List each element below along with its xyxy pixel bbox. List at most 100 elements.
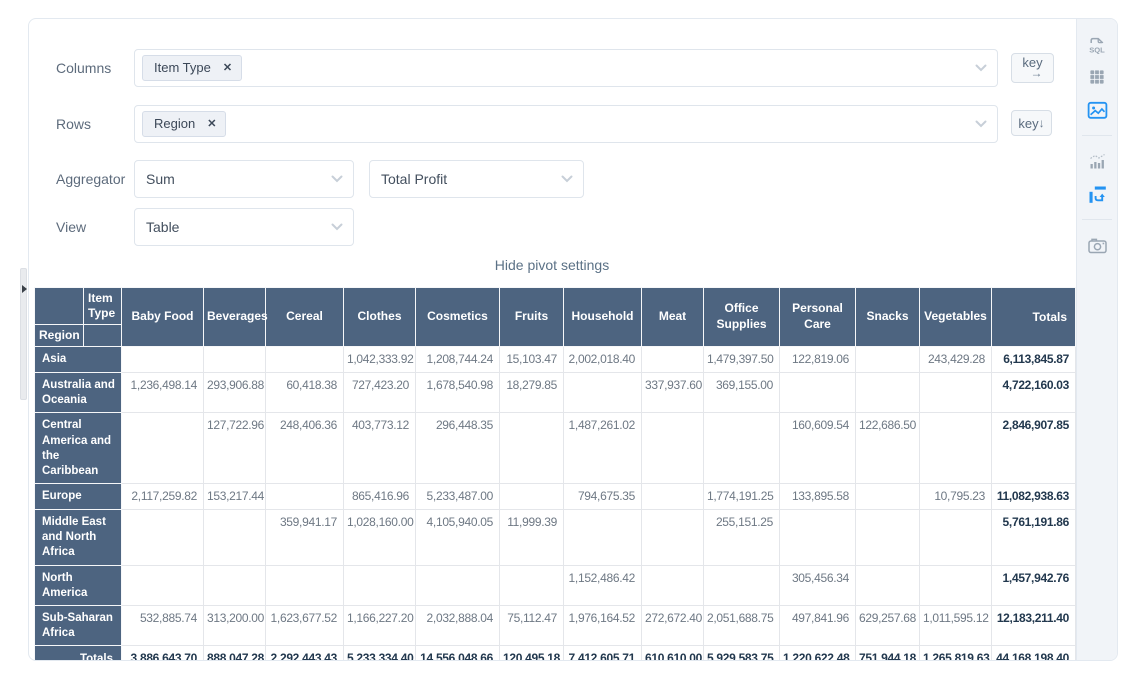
value-cell bbox=[122, 347, 204, 373]
row-total-cell: 2,846,907.85 bbox=[992, 413, 1076, 484]
value-cell: 272,672.40 bbox=[642, 605, 704, 645]
chevron-down-icon bbox=[975, 115, 987, 133]
value-cell bbox=[856, 347, 920, 373]
value-cell: 337,937.60 bbox=[642, 373, 704, 413]
key-label: key bbox=[1018, 117, 1038, 130]
blank-header-cell bbox=[84, 325, 122, 347]
aggregator-field-select[interactable]: Total Profit bbox=[369, 160, 584, 198]
value-cell bbox=[204, 510, 266, 566]
column-total-cell: 2,292,443.43 bbox=[266, 646, 344, 661]
value-cell: 255,151.25 bbox=[704, 510, 780, 566]
chart-icon[interactable] bbox=[1084, 148, 1110, 174]
row-axis-label: Region bbox=[35, 325, 84, 347]
table-grid-icon[interactable] bbox=[1084, 64, 1110, 90]
value-cell bbox=[204, 565, 266, 605]
table-row: Sub-Saharan Africa532,885.74313,200.001,… bbox=[35, 605, 1076, 645]
panel-collapse-handle[interactable] bbox=[20, 268, 27, 400]
column-header: Household bbox=[564, 288, 642, 347]
col-axis-label: Item Type bbox=[84, 288, 122, 325]
pivot-editor-card: Columns Item Type ✕ key → Rows Region ✕ bbox=[28, 18, 1118, 661]
value-cell bbox=[780, 510, 856, 566]
table-row: Middle East and North Africa359,941.171,… bbox=[35, 510, 1076, 566]
column-header: Personal Care bbox=[780, 288, 856, 347]
value-cell: 18,279.85 bbox=[500, 373, 564, 413]
value-cell: 1,152,486.42 bbox=[564, 565, 642, 605]
value-cell bbox=[920, 373, 992, 413]
value-cell bbox=[122, 413, 204, 484]
sql-icon[interactable]: SQL bbox=[1084, 31, 1110, 57]
value-cell: 2,051,688.75 bbox=[704, 605, 780, 645]
rows-select[interactable]: Region ✕ bbox=[134, 105, 998, 143]
value-cell: 60,418.38 bbox=[266, 373, 344, 413]
value-cell bbox=[856, 565, 920, 605]
chevron-down-icon bbox=[331, 170, 343, 188]
column-header: Cosmetics bbox=[416, 288, 500, 347]
pivot-table: Item TypeBaby FoodBeveragesCerealClothes… bbox=[34, 287, 1076, 661]
column-total-cell: 7,412,605.71 bbox=[564, 646, 642, 661]
column-total-cell: 1,265,819.63 bbox=[920, 646, 992, 661]
value-cell bbox=[642, 484, 704, 510]
column-total-cell: 888,047.28 bbox=[204, 646, 266, 661]
row-total-cell: 11,082,938.63 bbox=[992, 484, 1076, 510]
pivot-icon[interactable] bbox=[1084, 181, 1110, 207]
value-cell: 313,200.00 bbox=[204, 605, 266, 645]
camera-icon[interactable] bbox=[1084, 232, 1110, 258]
view-value: Table bbox=[142, 219, 179, 235]
value-cell: 1,236,498.14 bbox=[122, 373, 204, 413]
value-cell: 2,032,888.04 bbox=[416, 605, 500, 645]
value-cell bbox=[642, 413, 704, 484]
table-row: Asia 1,042,333.921,208,744.2415,103.472,0… bbox=[35, 347, 1076, 373]
value-cell: 10,795.23 bbox=[920, 484, 992, 510]
view-select[interactable]: Table bbox=[134, 208, 354, 246]
image-icon[interactable] bbox=[1084, 97, 1110, 123]
value-cell: 1,042,333.92 bbox=[344, 347, 416, 373]
column-header: Vegetables bbox=[920, 288, 992, 347]
column-header: Snacks bbox=[856, 288, 920, 347]
pivot-table-body: Asia1,042,333.921,208,744.2415,103.472,0… bbox=[35, 347, 1076, 662]
remove-tag-icon[interactable]: ✕ bbox=[207, 117, 216, 130]
aggregator-value: Sum bbox=[142, 171, 175, 187]
row-total-cell: 12,183,211.40 bbox=[992, 605, 1076, 645]
columns-select[interactable]: Item Type ✕ bbox=[134, 49, 998, 87]
rows-label: Rows bbox=[56, 114, 91, 134]
value-cell: 865,416.96 bbox=[344, 484, 416, 510]
value-cell bbox=[416, 565, 500, 605]
value-cell bbox=[704, 565, 780, 605]
value-cell: 629,257.68 bbox=[856, 605, 920, 645]
value-cell bbox=[856, 484, 920, 510]
table-row: Australia and Oceania1,236,498.14293,906… bbox=[35, 373, 1076, 413]
row-order-button[interactable]: key ↓ bbox=[1011, 110, 1052, 136]
column-header: Cereal bbox=[266, 288, 344, 347]
row-label: Asia bbox=[35, 347, 122, 373]
value-cell bbox=[920, 413, 992, 484]
column-total-cell: 3,886,643.70 bbox=[122, 646, 204, 661]
row-label: Central America and the Caribbean bbox=[35, 413, 122, 484]
value-cell: 11,999.39 bbox=[500, 510, 564, 566]
column-total-cell: 751,944.18 bbox=[856, 646, 920, 661]
value-cell: 4,105,940.05 bbox=[416, 510, 500, 566]
column-total-cell: 14,556,048.66 bbox=[416, 646, 500, 661]
aggregator-select[interactable]: Sum bbox=[134, 160, 354, 198]
value-cell: 122,819.06 bbox=[780, 347, 856, 373]
column-total-cell: 1,220,622.48 bbox=[780, 646, 856, 661]
value-cell bbox=[920, 565, 992, 605]
value-cell: 15,103.47 bbox=[500, 347, 564, 373]
value-cell: 2,002,018.40 bbox=[564, 347, 642, 373]
row-total-cell: 4,722,160.03 bbox=[992, 373, 1076, 413]
value-cell bbox=[500, 413, 564, 484]
arrow-right-icon: → bbox=[1031, 67, 1043, 80]
value-cell: 1,623,677.52 bbox=[266, 605, 344, 645]
value-cell: 127,722.96 bbox=[204, 413, 266, 484]
value-cell: 1,208,744.24 bbox=[416, 347, 500, 373]
column-order-button[interactable]: key → bbox=[1011, 53, 1054, 83]
rows-tag-region[interactable]: Region ✕ bbox=[142, 111, 226, 137]
column-header: Beverages bbox=[204, 288, 266, 347]
columns-tag-item-type[interactable]: Item Type ✕ bbox=[142, 55, 242, 81]
value-cell bbox=[920, 510, 992, 566]
value-cell: 1,976,164.52 bbox=[564, 605, 642, 645]
corner-cell bbox=[35, 288, 84, 325]
remove-tag-icon[interactable]: ✕ bbox=[223, 61, 232, 74]
hide-pivot-settings-link[interactable]: Hide pivot settings bbox=[29, 257, 1075, 273]
value-cell bbox=[704, 413, 780, 484]
value-cell bbox=[564, 510, 642, 566]
